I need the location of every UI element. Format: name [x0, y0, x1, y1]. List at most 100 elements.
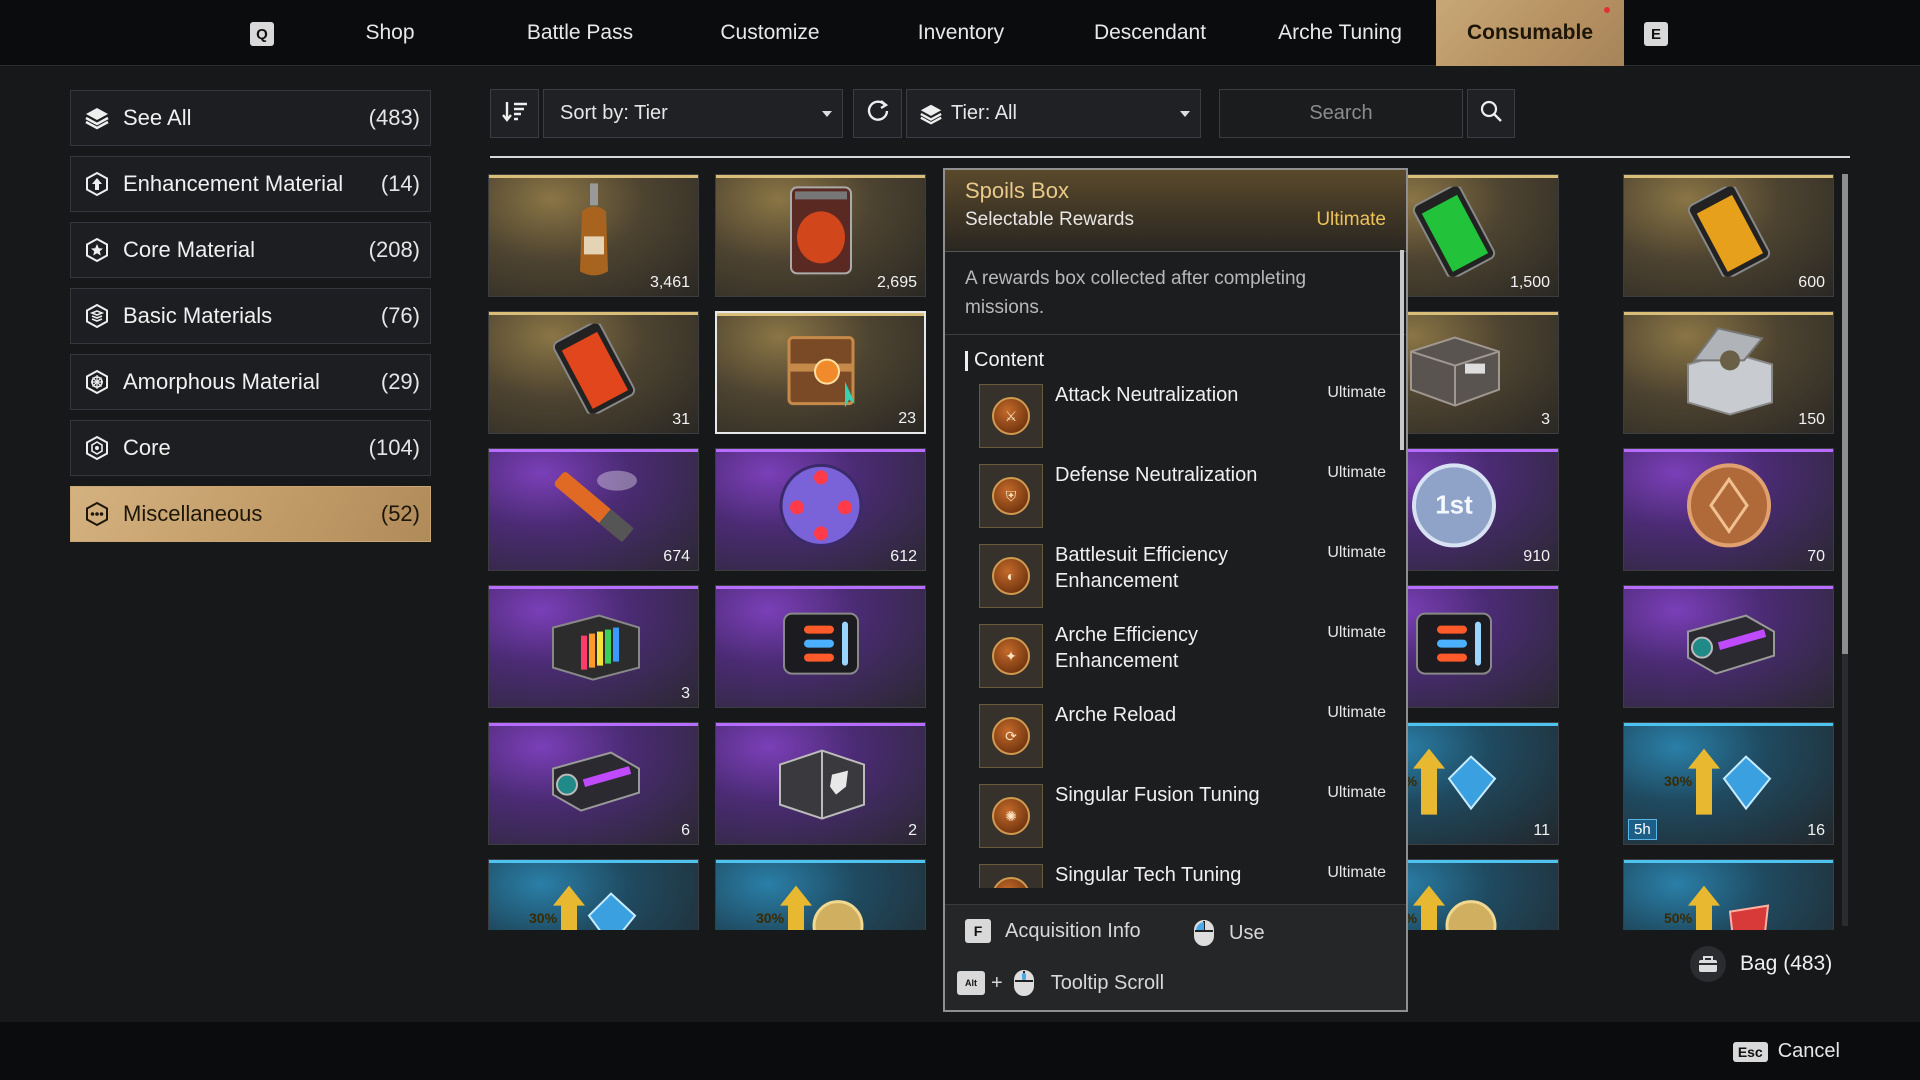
item-slot[interactable]: 23	[715, 311, 926, 434]
grid-scrollbar-thumb[interactable]	[1842, 174, 1848, 654]
top-nav: Q Shop Battle Pass Customize Inventory D…	[0, 0, 1920, 66]
module-icon: ✦	[992, 637, 1030, 675]
item-slot[interactable]: 31	[488, 311, 699, 434]
cancel-button[interactable]: Esc Cancel	[1732, 1040, 1840, 1063]
prev-tab-key[interactable]: Q	[250, 22, 274, 46]
tooltip-section-title: Content	[945, 335, 1406, 372]
acquisition-info-hint[interactable]: F Acquisition Info	[965, 919, 1141, 943]
tab-shop[interactable]: Shop	[330, 0, 450, 66]
item-slot[interactable]: 674	[488, 448, 699, 571]
item-slot[interactable]: 600	[1623, 174, 1834, 297]
item-slot[interactable]: 2	[715, 722, 926, 845]
tooltip-scroll-hint: Alt + Tooltip Scroll	[957, 969, 1164, 997]
tab-consumable[interactable]: Consumable	[1436, 0, 1624, 66]
tooltip-scrollbar[interactable]	[1400, 250, 1404, 450]
category-count: (29)	[380, 369, 420, 394]
tab-arche-tuning[interactable]: Arche Tuning	[1262, 0, 1418, 66]
content-item-name: Singular Fusion Tuning	[1055, 784, 1260, 806]
item-slot[interactable]	[715, 585, 926, 708]
item-tooltip: Spoils Box Selectable Rewards Ultimate A…	[943, 168, 1408, 1012]
category-label: Miscellaneous	[123, 501, 263, 526]
bag-label: Bag (483)	[1740, 952, 1833, 975]
chevron-down-icon	[1180, 111, 1190, 117]
tooltip-content-list[interactable]: ⚔ Attack Neutralization Ultimate ⛨ Defense N…	[945, 378, 1406, 888]
search-input[interactable]: Search	[1219, 89, 1463, 138]
content-item: ✦ Arche Efficiency Enhancement Ultimate	[945, 618, 1406, 698]
cancel-label: Cancel	[1777, 1040, 1840, 1062]
anniversary-coin-icon: 1st	[1404, 455, 1504, 560]
tab-label: Shop	[365, 21, 415, 44]
tab-descendant[interactable]: Descendant	[1080, 0, 1220, 66]
item-slot[interactable]: 30%	[715, 859, 926, 930]
item-slot[interactable]: 150	[1623, 311, 1834, 434]
category-basic-materials[interactable]: Basic Materials (76)	[70, 288, 431, 344]
category-core[interactable]: Core (104)	[70, 420, 431, 476]
search-placeholder: Search	[1309, 102, 1373, 124]
notification-dot	[1604, 7, 1610, 13]
content-item-icon: ⟳	[979, 704, 1043, 768]
boost-percent: 30%	[529, 910, 558, 926]
content-item-icon: ⛨	[979, 464, 1043, 528]
content-item-icon: ✦	[979, 624, 1043, 688]
tooltip-footer: F Acquisition Info Use Alt + Tooltip Scr…	[945, 904, 1406, 1010]
neon-case-icon	[1399, 597, 1509, 692]
category-amorphous-material[interactable]: Amorphous Material (29)	[70, 354, 431, 410]
mouse-left-click-icon	[1193, 919, 1215, 947]
refresh-icon	[865, 98, 891, 130]
reset-filter-button[interactable]	[853, 89, 902, 138]
tab-battle-pass[interactable]: Battle Pass	[508, 0, 652, 66]
acquisition-info-label: Acquisition Info	[1005, 919, 1141, 942]
content-item-name: Attack Neutralization	[1055, 384, 1239, 406]
item-quantity: 70	[1807, 548, 1825, 565]
tier-filter-label: Tier: All	[951, 102, 1017, 124]
item-slot[interactable]: 612	[715, 448, 926, 571]
item-slot[interactable]: 3	[488, 585, 699, 708]
item-slot[interactable]: 6	[488, 722, 699, 845]
search-button[interactable]	[1467, 89, 1515, 138]
content-item-tier: Ultimate	[1327, 784, 1386, 801]
item-slot[interactable]: 30%	[488, 859, 699, 930]
category-miscellaneous[interactable]: Miscellaneous (52)	[70, 486, 431, 542]
item-slot[interactable]	[1623, 585, 1834, 708]
use-hint[interactable]: Use	[1193, 919, 1265, 947]
hexagon-arrow-icon	[83, 170, 111, 198]
category-enhancement-material[interactable]: Enhancement Material (14)	[70, 156, 431, 212]
item-slot[interactable]: 3,461	[488, 174, 699, 297]
use-label: Use	[1229, 921, 1265, 944]
item-slot[interactable]: 30% 16 5h	[1623, 722, 1834, 845]
sort-order-icon	[501, 99, 529, 129]
item-quantity: 31	[672, 411, 690, 428]
tab-label: Customize	[720, 21, 820, 44]
item-slot[interactable]: 50%	[1623, 859, 1834, 930]
category-see-all[interactable]: See All (483)	[70, 90, 431, 146]
item-slot[interactable]: 70	[1623, 448, 1834, 571]
tab-customize[interactable]: Customize	[700, 0, 840, 66]
content-item-icon: ✺	[979, 784, 1043, 848]
barrel-case-icon	[539, 734, 649, 829]
red-pack-icon	[544, 320, 644, 418]
content-item-tier: Ultimate	[1327, 704, 1386, 721]
next-tab-key[interactable]: E	[1644, 22, 1668, 46]
sort-order-button[interactable]	[490, 89, 539, 138]
item-quantity: 23	[898, 410, 916, 427]
content-item-tier: Ultimate	[1327, 384, 1386, 401]
content-item: ◐ Battlesuit Efficiency Enhancement Ultima…	[945, 538, 1406, 618]
category-count: (14)	[380, 171, 420, 196]
tooltip-description: A rewards box collected after completing…	[945, 252, 1406, 335]
sort-dropdown[interactable]: Sort by: Tier	[543, 89, 843, 138]
content-item: ⚔ Attack Neutralization Ultimate	[945, 378, 1406, 458]
tier-filter-dropdown[interactable]: Tier: All	[906, 89, 1201, 138]
module-icon: ◐	[992, 557, 1030, 595]
item-quantity: 2	[908, 822, 917, 839]
tooltip-title: Spoils Box	[965, 178, 1069, 203]
stack-hexagon-icon	[83, 302, 111, 330]
dots-hexagon-icon	[83, 500, 111, 528]
category-count: (104)	[368, 435, 420, 460]
item-slot[interactable]: 2,695	[715, 174, 926, 297]
category-sidebar: See All (483) Enhancement Material (14) …	[70, 90, 431, 552]
category-core-material[interactable]: Core Material (208)	[70, 222, 431, 278]
module-icon: ✺	[992, 797, 1030, 835]
category-label: Enhancement Material	[123, 171, 344, 196]
plus-sign: +	[991, 971, 1003, 994]
tab-inventory[interactable]: Inventory	[890, 0, 1032, 66]
